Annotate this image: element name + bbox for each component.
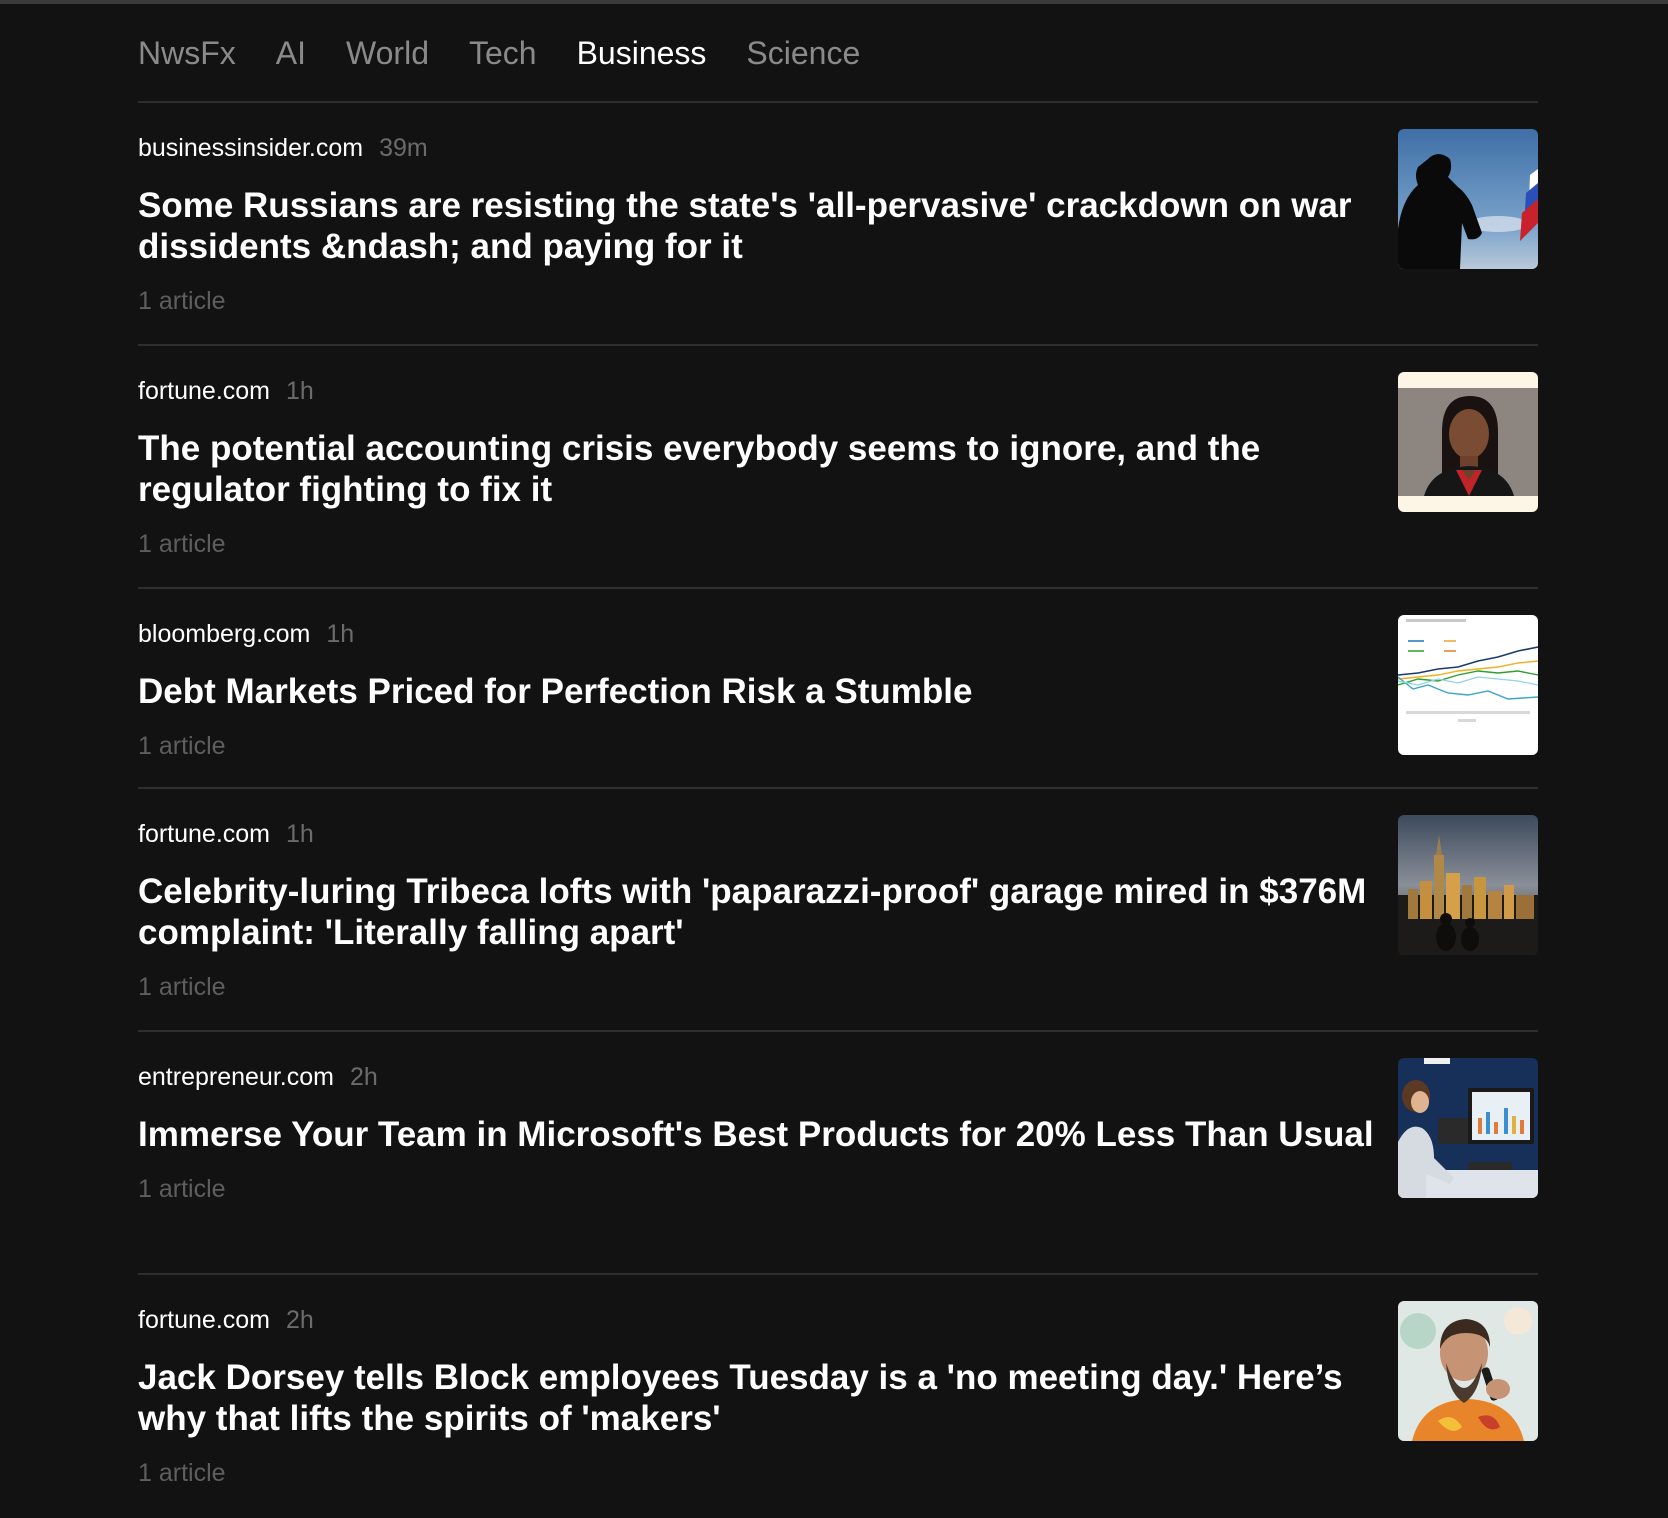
story-source[interactable]: businessinsider.com <box>138 134 363 162</box>
nav-item-business[interactable]: Business <box>577 37 707 69</box>
story-source[interactable]: bloomberg.com <box>138 620 310 648</box>
story-meta: fortune.com 1h <box>138 376 1388 406</box>
story-text: fortune.com 1h The potential accounting c… <box>138 376 1388 559</box>
office-worker-image[interactable] <box>1398 1058 1538 1198</box>
story-item: fortune.com 2h Jack Dorsey tells Block em… <box>138 1275 1538 1518</box>
story-meta: businessinsider.com 39m <box>138 133 1388 163</box>
story-meta: bloomberg.com 1h <box>138 619 1388 649</box>
story-text: fortune.com 1h Celebrity-luring Tribeca l… <box>138 819 1388 1002</box>
story-article-count[interactable]: 1 article <box>138 973 1388 1002</box>
story-time: 2h <box>286 1306 314 1334</box>
story-headline[interactable]: Some Russians are resisting the state's … <box>138 185 1388 267</box>
portrait-image[interactable] <box>1398 372 1538 512</box>
story-list: businessinsider.com 39m Some Russians are… <box>138 103 1538 1518</box>
story-item: bloomberg.com 1h Debt Markets Priced for … <box>138 589 1538 789</box>
story-article-count[interactable]: 1 article <box>138 732 1388 761</box>
speaker-portrait-image[interactable] <box>1398 1301 1538 1441</box>
story-source[interactable]: fortune.com <box>138 1306 270 1334</box>
story-source[interactable]: fortune.com <box>138 820 270 848</box>
story-time: 1h <box>286 820 314 848</box>
city-skyline-image[interactable] <box>1398 815 1538 955</box>
story-meta: fortune.com 2h <box>138 1305 1398 1335</box>
story-item: fortune.com 1h The potential accounting c… <box>138 346 1538 589</box>
category-nav: NwsFx AI World Tech Business Science <box>138 4 1538 103</box>
story-item: fortune.com 1h Celebrity-luring Tribeca l… <box>138 789 1538 1032</box>
story-time: 1h <box>286 377 314 405</box>
story-source[interactable]: entrepreneur.com <box>138 1063 334 1091</box>
silhouette-flag-image[interactable] <box>1398 129 1538 269</box>
main-container: NwsFx AI World Tech Business Science bus… <box>138 4 1538 1518</box>
story-meta: fortune.com 1h <box>138 819 1388 849</box>
nav-item-nwsfx[interactable]: NwsFx <box>138 37 236 69</box>
story-headline[interactable]: Immerse Your Team in Microsoft's Best Pr… <box>138 1114 1388 1155</box>
nav-item-ai[interactable]: AI <box>276 37 306 69</box>
story-headline[interactable]: Debt Markets Priced for Perfection Risk … <box>138 671 1388 712</box>
story-article-count[interactable]: 1 article <box>138 1175 1388 1204</box>
story-meta: entrepreneur.com 2h <box>138 1062 1388 1092</box>
story-text: fortune.com 2h Jack Dorsey tells Block em… <box>138 1305 1398 1488</box>
story-item: businessinsider.com 39m Some Russians are… <box>138 103 1538 346</box>
story-headline[interactable]: Jack Dorsey tells Block employees Tuesda… <box>138 1357 1398 1439</box>
nav-item-tech[interactable]: Tech <box>469 37 537 69</box>
story-headline[interactable]: The potential accounting crisis everybod… <box>138 428 1388 510</box>
story-source[interactable]: fortune.com <box>138 377 270 405</box>
story-text: bloomberg.com 1h Debt Markets Priced for … <box>138 619 1388 761</box>
story-text: entrepreneur.com 2h Immerse Your Team in … <box>138 1062 1388 1204</box>
story-article-count[interactable]: 1 article <box>138 1459 1398 1488</box>
story-text: businessinsider.com 39m Some Russians are… <box>138 133 1388 316</box>
story-time: 1h <box>326 620 355 648</box>
story-article-count[interactable]: 1 article <box>138 530 1388 559</box>
nav-item-world[interactable]: World <box>346 37 429 69</box>
story-item: entrepreneur.com 2h Immerse Your Team in … <box>138 1032 1538 1275</box>
story-time: 2h <box>349 1063 378 1091</box>
story-article-count[interactable]: 1 article <box>138 287 1388 316</box>
nav-item-science[interactable]: Science <box>746 37 860 69</box>
story-time: 39m <box>379 134 428 162</box>
story-headline[interactable]: Celebrity-luring Tribeca lofts with 'pap… <box>138 871 1388 953</box>
line-chart-image[interactable] <box>1398 615 1538 755</box>
